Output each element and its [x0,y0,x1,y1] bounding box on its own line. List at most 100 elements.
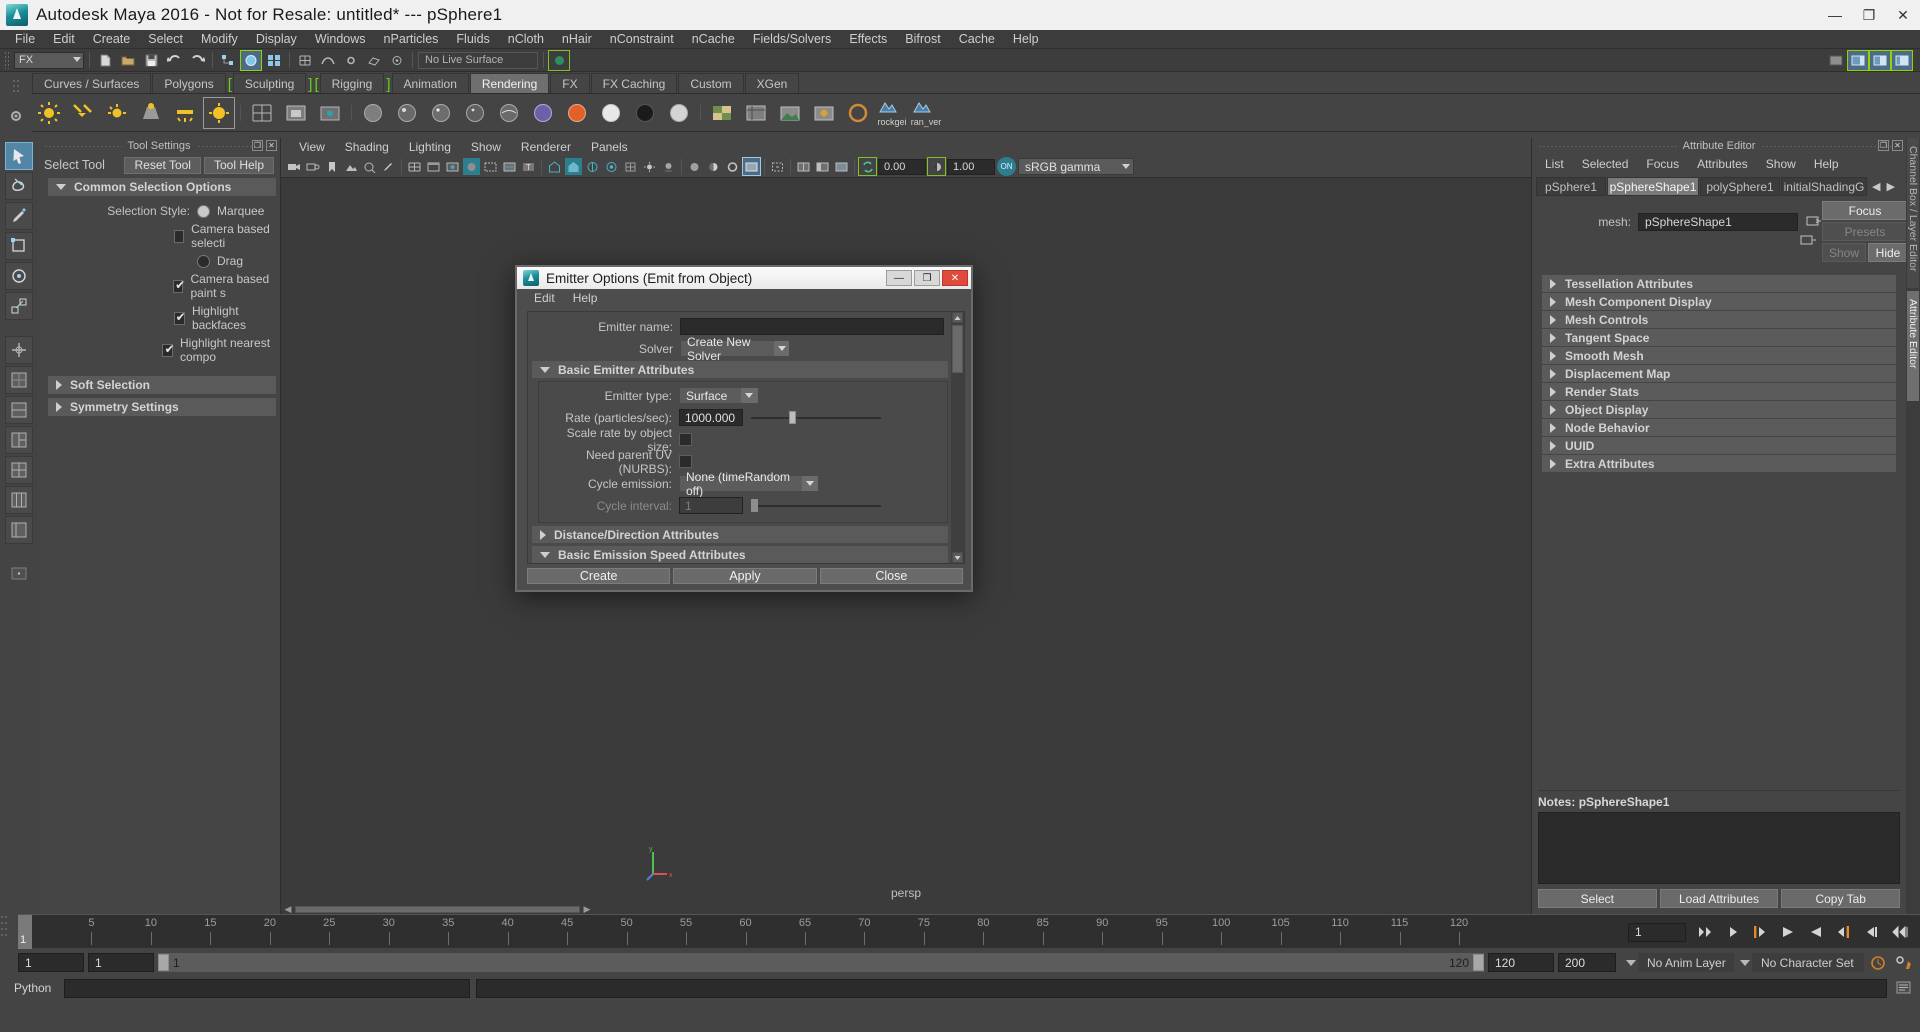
view-layout-three-pane-icon[interactable] [5,426,33,454]
range-start-handle[interactable] [158,954,169,971]
menuset-selector[interactable]: FX [14,51,84,69]
viewport-menu-view[interactable]: View [289,140,335,154]
image-plane-icon[interactable] [342,158,359,175]
rate-slider[interactable] [751,410,881,425]
attribute-tab-psphere1[interactable]: pSphere1 [1536,177,1606,196]
shelf-ramp-shader-icon[interactable] [562,98,592,128]
menu-item-bifrost[interactable]: Bifrost [896,30,949,49]
tab-channel-box-layer-editor[interactable]: Channel Box / Layer Editor [1907,138,1919,288]
panel-layout-a-icon[interactable] [795,158,812,175]
anti-alias-icon[interactable] [724,158,741,175]
emitter-name-input[interactable] [680,318,944,335]
tab-scroll-right-icon[interactable]: ▶ [1886,180,1894,193]
layout-dropdown-icon[interactable] [5,560,33,588]
shelf-shading-map-icon[interactable] [664,98,694,128]
tab-attribute-editor[interactable]: Attribute Editor [1907,291,1919,401]
shelf-render-view-icon[interactable] [775,98,805,128]
select-camera-icon[interactable] [285,158,302,175]
shade-options-icon[interactable] [603,158,620,175]
camera-attributes-icon[interactable] [304,158,321,175]
shelf-custom-rockgei-icon[interactable]: rockgei [877,98,907,128]
shelf-ambient-light-icon[interactable] [34,98,64,128]
move-tool-icon[interactable] [5,232,33,260]
emitter-type-combo[interactable]: Surface [679,387,759,404]
menu-item-help[interactable]: Help [1004,30,1048,49]
shelf-layered-shader-icon[interactable] [528,98,558,128]
snap-grid-icon[interactable] [295,51,315,70]
mesh-name-field[interactable]: pSphereShape1 [1638,213,1798,231]
shelf-point-light-icon[interactable] [102,98,132,128]
view-layout-columns-icon[interactable] [5,486,33,514]
bookmark-icon[interactable] [323,158,340,175]
view-layout-persp-outliner-icon[interactable] [5,516,33,544]
shaded-display-icon[interactable] [546,158,563,175]
cycle-interval-slider[interactable] [751,498,881,513]
checkbox-highlight-nearest[interactable] [162,342,174,357]
last-tool-icon[interactable] [5,336,33,364]
shelf-phong-material-icon[interactable] [426,98,456,128]
close-button[interactable]: Close [819,568,963,584]
flat-shade-icon[interactable] [584,158,601,175]
range-end-handle[interactable] [1473,954,1484,971]
attribute-section-tangent-space[interactable]: Tangent Space [1542,329,1896,346]
scroll-down-icon[interactable] [952,552,963,563]
dialog-minimize-button[interactable]: — [886,270,912,286]
animation-start-field[interactable]: 1 [88,953,154,972]
scroll-thumb[interactable] [295,905,580,913]
menu-item-effects[interactable]: Effects [840,30,896,49]
wireframe-on-shaded-icon[interactable] [501,158,518,175]
tool-help-button[interactable]: Tool Help [203,156,274,174]
hide-button[interactable]: Hide [1868,243,1908,262]
select-tool-icon[interactable] [5,142,33,170]
dialog-maximize-button[interactable]: ❐ [914,270,940,286]
shelf-render-region-icon[interactable] [281,98,311,128]
xray-icon[interactable] [482,158,499,175]
shelf-render-settings-icon[interactable] [741,98,771,128]
step-forward-frame-icon[interactable] [1861,922,1882,942]
playback-end-field[interactable]: 200 [1558,953,1616,972]
scroll-up-icon[interactable] [952,312,963,323]
shelf-spot-light-icon[interactable] [136,98,166,128]
anim-layer-combo[interactable]: No Anim Layer [1626,953,1734,972]
panel-layout-c-icon[interactable] [833,158,850,175]
shelf-volume-light-icon[interactable] [203,96,235,129]
view-layout-four-pane-icon[interactable] [5,456,33,484]
gamma-toggle-icon[interactable] [927,157,946,176]
viewport-menu-renderer[interactable]: Renderer [511,140,581,154]
scroll-thumb[interactable] [952,325,963,373]
menu-item-ncloth[interactable]: nCloth [499,30,553,49]
solver-combo[interactable]: Create New Solver [680,335,790,363]
play-backwards-icon[interactable] [1777,922,1798,942]
menu-item-ncache[interactable]: nCache [683,30,744,49]
shelf-hardware-render-icon[interactable] [843,98,873,128]
resolution-gate-icon[interactable] [444,158,461,175]
attribute-editor-menu-help[interactable]: Help [1805,157,1848,171]
ambient-occlusion-icon[interactable] [705,158,722,175]
rate-input[interactable]: 1000.000 [679,409,743,426]
range-start-field[interactable]: 1 [18,953,84,972]
rail-settings-icon[interactable] [3,104,29,128]
live-surface-field[interactable]: No Live Surface [418,51,538,69]
current-frame-field[interactable]: 1 [1628,922,1686,942]
play-forwards-icon[interactable] [1805,922,1826,942]
undock-icon[interactable]: ❐ [1878,140,1889,151]
film-gate-icon[interactable] [425,158,442,175]
shelf-anisotropic-material-icon[interactable] [494,98,524,128]
radio-marquee[interactable] [197,204,210,218]
shelf-phonge-material-icon[interactable] [460,98,490,128]
scroll-left-icon[interactable]: ◀ [281,904,295,915]
view-cube-single-icon[interactable] [5,366,33,394]
attribute-section-mesh-controls[interactable]: Mesh Controls [1542,311,1896,328]
color-management-combo[interactable]: sRGB gamma [1018,158,1134,175]
attribute-section-displacement-map[interactable]: Displacement Map [1542,365,1896,382]
scroll-right-icon[interactable]: ▶ [580,904,594,915]
attribute-section-mesh-component-display[interactable]: Mesh Component Display [1542,293,1896,310]
attribute-tab-initialshadingg[interactable]: initialShadingG [1781,177,1867,196]
motion-blur-icon[interactable] [686,158,703,175]
shelf-custom-ranver-icon[interactable]: ran_ver [911,98,941,128]
script-editor-icon[interactable] [1893,978,1914,998]
open-scene-icon[interactable] [118,51,138,70]
dialog-menu-edit[interactable]: Edit [525,291,564,305]
select-by-component-icon[interactable] [264,51,284,70]
command-language-label[interactable]: Python [6,981,58,995]
